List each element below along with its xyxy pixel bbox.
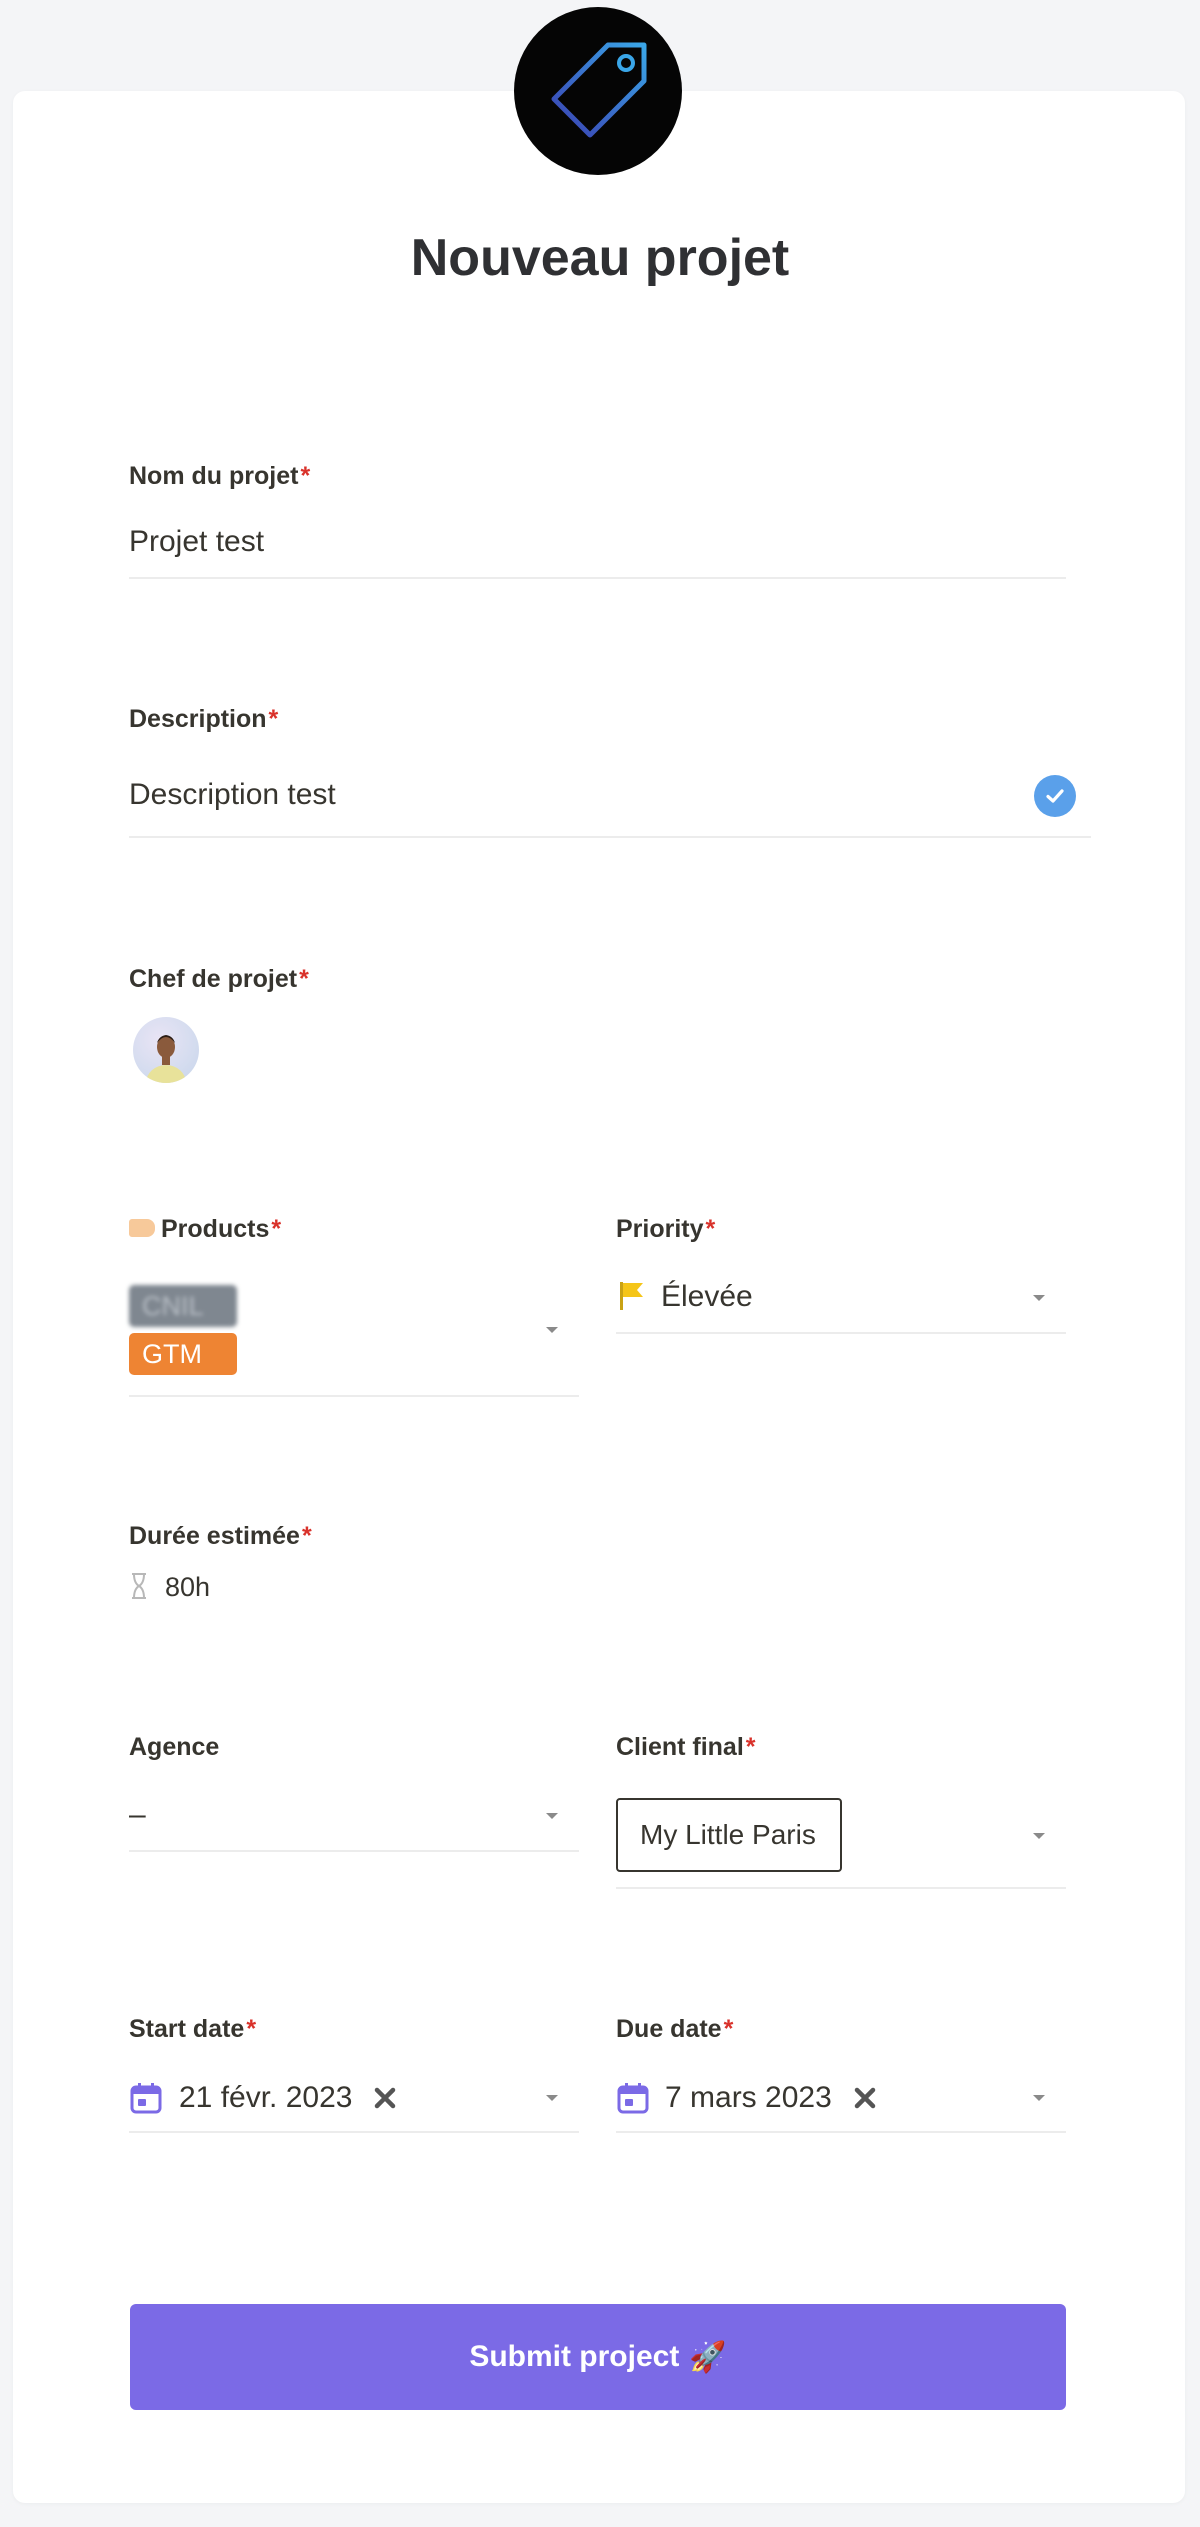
due-date-underline xyxy=(616,2131,1066,2133)
flag-icon xyxy=(620,1282,643,1310)
description-underline xyxy=(129,836,1091,838)
tag-logo-icon xyxy=(514,7,682,175)
products-dropdown-caret-icon[interactable] xyxy=(546,1327,558,1333)
check-circle-icon[interactable] xyxy=(1034,775,1076,817)
product-tag[interactable]: CNIL xyxy=(129,1285,237,1327)
priority-dropdown-caret-icon[interactable] xyxy=(1033,1295,1045,1301)
agency-label: Agence xyxy=(129,1733,220,1761)
project-name-underline xyxy=(129,577,1066,579)
close-icon[interactable] xyxy=(853,2086,877,2110)
description-input[interactable]: Description test xyxy=(129,778,336,812)
tag-emoji-icon xyxy=(129,1219,155,1238)
due-date-label: Due date* xyxy=(616,2015,734,2043)
agency-select[interactable]: – xyxy=(129,1798,146,1832)
hourglass-icon xyxy=(132,1573,146,1599)
agency-underline xyxy=(129,1850,579,1852)
start-date-label: Start date* xyxy=(129,2015,257,2043)
project-name-input[interactable]: Projet test xyxy=(129,525,264,559)
products-underline xyxy=(129,1395,579,1397)
end-client-chip[interactable]: My Little Paris xyxy=(616,1798,842,1872)
description-label: Description* xyxy=(129,705,279,733)
start-date-dropdown-caret-icon[interactable] xyxy=(546,2095,558,2101)
products-label: Products* xyxy=(129,1215,281,1244)
priority-underline xyxy=(616,1332,1066,1334)
product-tag[interactable]: GTM xyxy=(129,1333,237,1375)
rocket-icon: 🚀 xyxy=(689,2340,727,2374)
close-icon[interactable] xyxy=(373,2086,397,2110)
end-client-underline xyxy=(616,1887,1066,1889)
project-lead-label: Chef de projet* xyxy=(129,965,309,993)
start-date-underline xyxy=(129,2131,579,2133)
calendar-icon xyxy=(130,2083,162,2114)
duration-label: Durée estimée* xyxy=(129,1522,312,1550)
duration-input[interactable]: 80h xyxy=(165,1572,210,1603)
calendar-icon xyxy=(617,2083,649,2114)
due-date-dropdown-caret-icon[interactable] xyxy=(1033,2095,1045,2101)
priority-select[interactable]: Élevée xyxy=(661,1280,753,1314)
submit-project-button[interactable]: Submit project 🚀 xyxy=(130,2304,1066,2410)
avatar[interactable] xyxy=(133,1017,199,1083)
priority-label: Priority* xyxy=(616,1215,716,1243)
project-name-label: Nom du projet* xyxy=(129,462,311,490)
end-client-label: Client final* xyxy=(616,1733,756,1761)
submit-label: Submit project xyxy=(469,2340,680,2373)
agency-dropdown-caret-icon[interactable] xyxy=(546,1813,558,1819)
start-date-input[interactable]: 21 févr. 2023 xyxy=(179,2081,352,2115)
page-title: Nouveau projet xyxy=(410,229,790,287)
end-client-dropdown-caret-icon[interactable] xyxy=(1033,1833,1045,1839)
due-date-input[interactable]: 7 mars 2023 xyxy=(665,2081,832,2115)
